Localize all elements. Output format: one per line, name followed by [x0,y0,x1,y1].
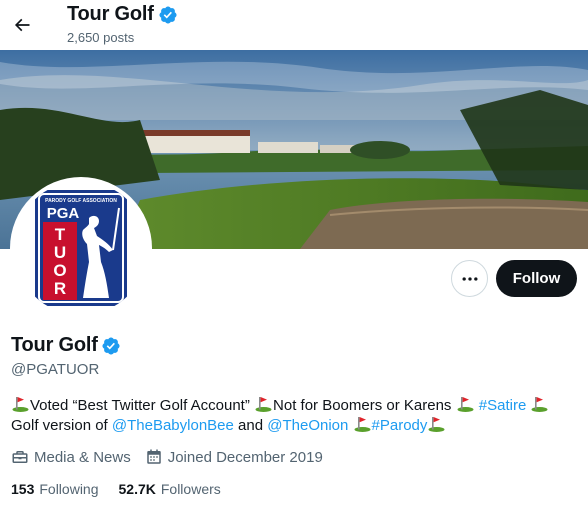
verified-badge-icon[interactable] [101,336,121,356]
back-arrow-icon [14,18,30,32]
more-button[interactable] [451,260,488,297]
header-name: Tour Golf [67,3,154,25]
briefcase-icon [12,451,28,463]
header-name-row: Tour Golf [67,3,178,26]
verified-badge-icon[interactable] [158,5,178,25]
golf-flag-icon [12,397,29,412]
profile-category: Media & News [11,448,131,466]
profile-joined: Joined December 2019 [145,448,323,466]
hashtag-parody-link[interactable]: #Parody [372,417,428,434]
profile-handle: @PGATUOR [11,361,100,378]
hashtag-satire-link[interactable]: #Satire [479,397,527,414]
following-label: Following [39,481,99,497]
golf-flag-icon [255,397,272,412]
tour-golf-logo: PARODY GOLF ASSOCIATION PGA T U O R [35,190,127,306]
mention-babylonbee-link[interactable]: @TheBabylonBee [112,417,234,434]
back-button[interactable] [6,9,38,41]
golf-flag-icon [354,417,371,432]
joined-label: Joined December 2019 [167,448,323,466]
golf-flag-icon [428,417,445,432]
following-count: 153 [11,481,35,497]
bio-text-and: and [238,417,264,434]
svg-text:R: R [54,279,66,298]
svg-text:T: T [55,225,66,244]
header-post-count: 2,650 posts [67,30,135,45]
followers-label: Followers [160,481,221,497]
more-icon [462,276,477,281]
svg-text:U: U [54,243,66,262]
bio-text-2: Not for Boomers or Karens [273,397,452,414]
category-label: Media & News [34,448,131,466]
svg-text:O: O [53,261,66,280]
profile-name-row: Tour Golf [11,334,121,357]
profile-meta: Media & News Joined December 2019 [11,448,337,466]
golf-flag-icon [457,397,474,412]
following-link[interactable]: 153 Following [11,481,99,497]
top-bar: Tour Golf 2,650 posts [0,0,588,50]
profile-avatar[interactable]: PARODY GOLF ASSOCIATION PGA T U O R [10,177,152,319]
bio-text-1: Voted “Best Twitter Golf Account” [30,397,250,414]
golf-flag-icon [531,397,548,412]
followers-count: 52.7K [118,481,156,497]
svg-text:PGA: PGA [47,205,80,222]
svg-text:PARODY GOLF ASSOCIATION: PARODY GOLF ASSOCIATION [45,198,117,204]
calendar-icon [146,449,161,464]
mention-theonion-link[interactable]: @TheOnion [267,417,348,434]
display-name: Tour Golf [11,334,98,356]
bio-text-3: Golf version of [11,417,108,434]
follow-button[interactable]: Follow [496,260,577,297]
avatar-image: PARODY GOLF ASSOCIATION PGA T U O R [14,181,148,315]
profile-stats: 153 Following 52.7K Followers [11,481,241,497]
followers-link[interactable]: 52.7K Followers [119,481,221,497]
profile-bio: Voted “Best Twitter Golf Account” Not fo… [11,396,581,436]
